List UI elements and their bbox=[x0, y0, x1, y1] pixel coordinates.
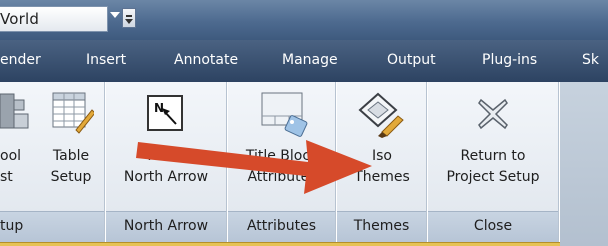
title-bar: Vorld bbox=[0, 0, 608, 40]
panel-title-setup: tup bbox=[0, 218, 24, 234]
return-to-project-setup-button[interactable]: Return to Project Setup bbox=[429, 86, 557, 210]
workspace-dropdown[interactable]: Vorld bbox=[0, 6, 108, 32]
tab-output[interactable]: Output bbox=[387, 40, 436, 82]
title-block-attributes-label-line2: Attributes bbox=[247, 169, 317, 185]
panel-divider bbox=[558, 82, 560, 242]
place-north-arrow-label-line1: Place bbox=[147, 148, 185, 164]
close-x-icon bbox=[478, 98, 508, 130]
ribbon-bottom-edge bbox=[0, 242, 560, 246]
iso-themes-icon bbox=[358, 92, 404, 138]
tab-manage[interactable]: Manage bbox=[282, 40, 338, 82]
tab-sketch[interactable]: Sk bbox=[582, 40, 599, 82]
svg-text:N: N bbox=[154, 101, 164, 115]
return-to-project-setup-label-line1: Return to bbox=[460, 148, 526, 164]
tab-annotate[interactable]: Annotate bbox=[174, 40, 238, 82]
quick-access-customize-button[interactable] bbox=[122, 8, 136, 28]
panel-title-attributes: Attributes bbox=[246, 218, 317, 234]
title-block-attributes-button[interactable]: Title Block Attributes bbox=[231, 86, 333, 210]
panel-title-north-arrow: North Arrow bbox=[123, 218, 209, 234]
iso-themes-button[interactable]: Iso Themes bbox=[340, 86, 424, 210]
ribbon-background bbox=[560, 82, 608, 246]
customize-bar-icon bbox=[126, 15, 132, 17]
tab-render[interactable]: ender bbox=[0, 40, 41, 82]
schedule-button[interactable]: ool st bbox=[0, 86, 40, 210]
table-setup-button[interactable]: Table Setup bbox=[42, 86, 100, 210]
iso-themes-label-line1: Iso bbox=[372, 148, 392, 164]
table-setup-label-line1: Table bbox=[52, 148, 90, 164]
place-north-arrow-label-line2: North Arrow bbox=[123, 169, 209, 185]
schedule-label-line1: ool bbox=[0, 148, 22, 164]
ribbon-tab-bar: ender Insert Annotate Manage Output Plug… bbox=[0, 40, 608, 83]
place-north-arrow-button[interactable]: N Place North Arrow bbox=[108, 86, 224, 210]
chevron-down-icon[interactable] bbox=[110, 12, 120, 18]
table-setup-icon bbox=[52, 92, 94, 134]
panel-title-close: Close bbox=[473, 218, 513, 234]
workspace-name: Vorld bbox=[0, 10, 40, 28]
schedule-icon bbox=[0, 93, 29, 129]
tab-plug-ins[interactable]: Plug-ins bbox=[482, 40, 537, 82]
panel-title-themes: Themes bbox=[353, 218, 410, 234]
north-arrow-icon: N bbox=[147, 95, 183, 131]
customize-arrow-icon bbox=[125, 19, 133, 24]
table-setup-label-line2: Setup bbox=[50, 169, 92, 185]
return-to-project-setup-label-line2: Project Setup bbox=[446, 169, 540, 185]
tab-insert[interactable]: Insert bbox=[86, 40, 126, 82]
title-block-icon bbox=[261, 92, 308, 137]
title-block-attributes-label-line1: Title Block bbox=[245, 148, 319, 164]
schedule-label-line2: st bbox=[0, 169, 13, 185]
iso-themes-label-line2: Themes bbox=[354, 169, 410, 185]
